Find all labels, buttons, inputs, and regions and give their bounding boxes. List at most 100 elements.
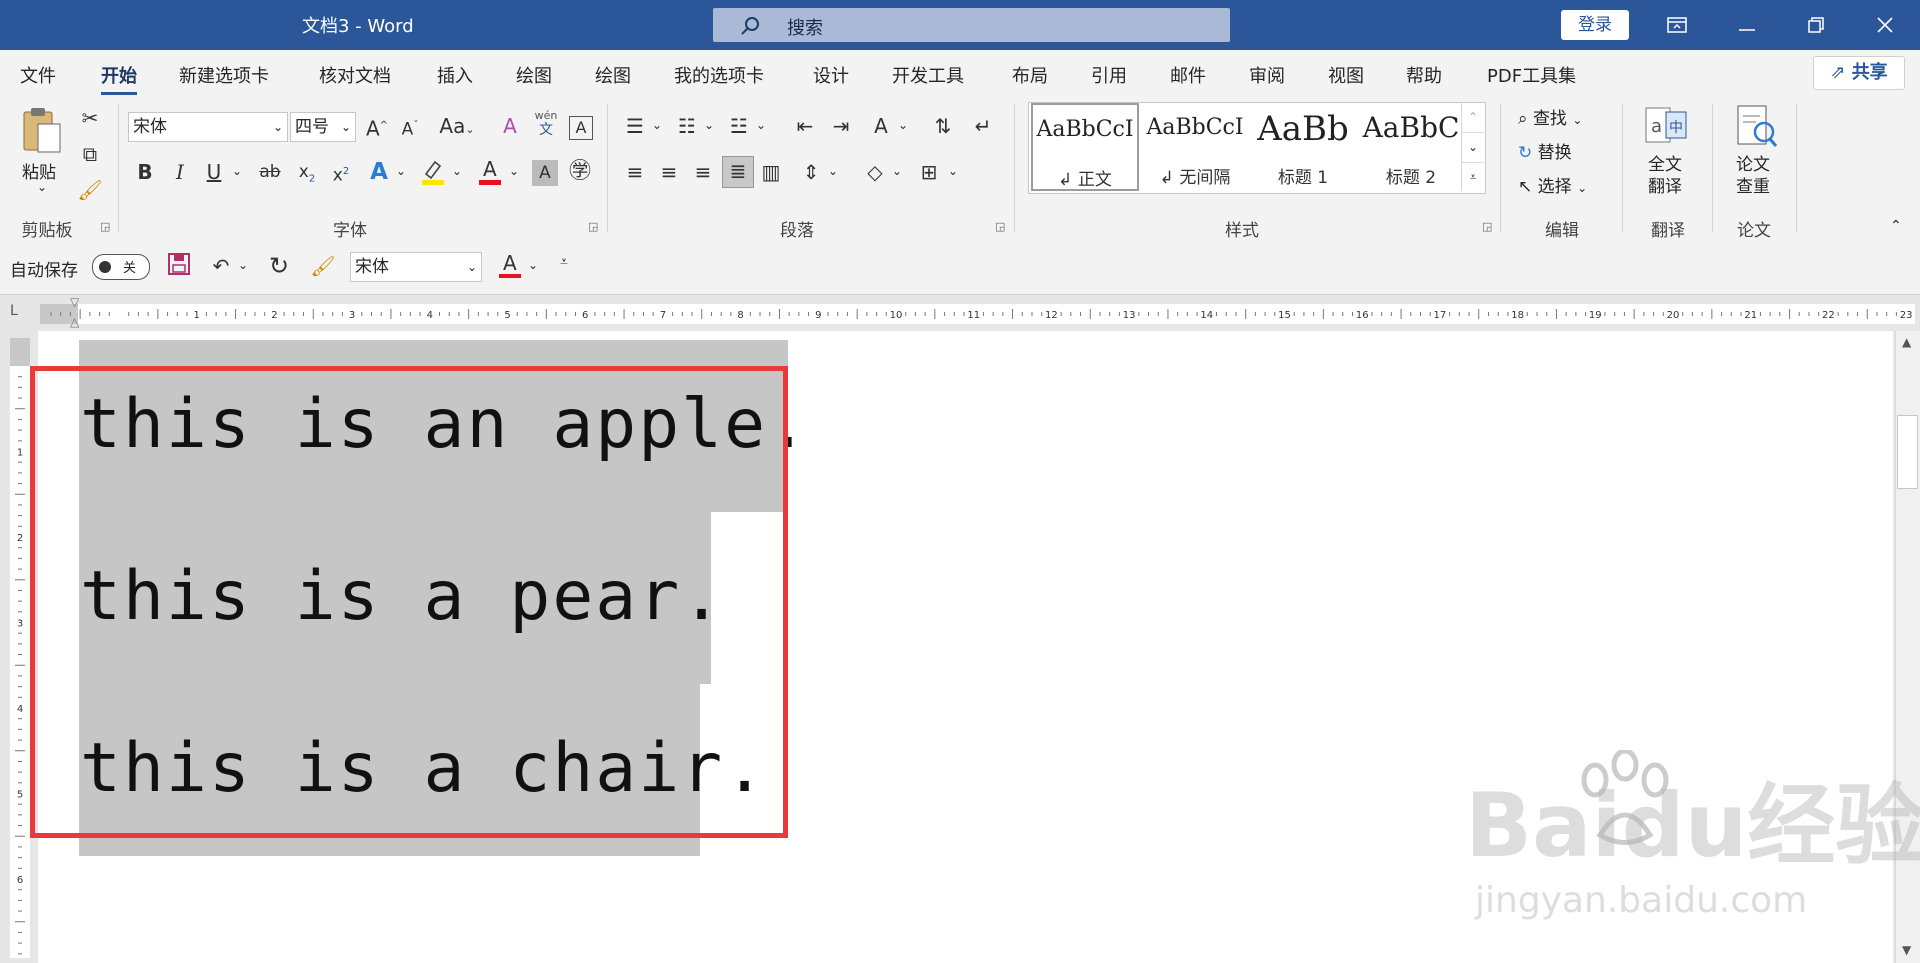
style-heading-2[interactable]: AaBbC 标题 2 xyxy=(1357,103,1465,191)
scrollbar-thumb[interactable] xyxy=(1897,415,1918,489)
tab-pdf-tools[interactable]: PDF工具集 xyxy=(1487,62,1576,88)
tab-new-tab[interactable]: 新建选项卡 xyxy=(179,62,269,88)
multilevel-dropdown-icon[interactable]: ⌄ xyxy=(756,118,766,132)
borders-dropdown-icon[interactable]: ⌄ xyxy=(948,164,958,178)
change-case-icon[interactable]: Aa⌄ xyxy=(435,112,479,142)
numbering-dropdown-icon[interactable]: ⌄ xyxy=(704,118,714,132)
ribbon-display-options-icon[interactable] xyxy=(1657,8,1697,42)
italic-icon[interactable]: I xyxy=(165,158,195,188)
text-effects-dropdown-icon[interactable]: ⌄ xyxy=(396,164,406,178)
full-translate-button[interactable]: a中 xyxy=(1644,104,1692,148)
tab-home[interactable]: 开始 xyxy=(101,62,137,95)
redo-icon[interactable]: ↻ xyxy=(264,252,294,282)
shrink-font-icon[interactable]: Aˇ xyxy=(395,112,425,142)
borders-icon[interactable]: ⊞ xyxy=(914,158,944,188)
cut-icon[interactable]: ✂ xyxy=(75,104,105,134)
bullets-dropdown-icon[interactable]: ⌄ xyxy=(652,118,662,132)
styles-more-icon[interactable]: ⩡ xyxy=(1462,162,1484,192)
close-icon[interactable] xyxy=(1865,8,1905,42)
tab-draw-2[interactable]: 绘图 xyxy=(595,62,631,88)
styles-launcher-icon[interactable]: ◲ xyxy=(1482,220,1492,233)
restore-icon[interactable] xyxy=(1796,8,1836,42)
hanging-indent-icon[interactable]: △ xyxy=(70,315,79,329)
bullets-icon[interactable]: ☰ xyxy=(620,112,650,142)
multilevel-list-icon[interactable]: ☳ xyxy=(724,112,754,142)
tab-help[interactable]: 帮助 xyxy=(1406,62,1442,88)
copy-icon[interactable]: ⧉ xyxy=(75,140,105,170)
tab-layout[interactable]: 布局 xyxy=(1012,62,1048,88)
scroll-up-icon[interactable]: ▲ xyxy=(1902,335,1911,349)
tab-references[interactable]: 引用 xyxy=(1091,62,1127,88)
align-center-icon[interactable]: ≡ xyxy=(654,158,684,188)
tab-draw-1[interactable]: 绘图 xyxy=(516,62,552,88)
undo-icon[interactable]: ↶ xyxy=(206,252,236,282)
share-button[interactable]: ⇗ 共享 xyxy=(1813,56,1905,90)
grow-font-icon[interactable]: A^ xyxy=(362,112,392,142)
login-button[interactable]: 登录 xyxy=(1561,10,1629,40)
paper-check-button[interactable] xyxy=(1734,104,1782,148)
subscript-icon[interactable]: x2 xyxy=(292,158,322,188)
tab-insert[interactable]: 插入 xyxy=(437,62,473,88)
customize-qat-icon[interactable]: ⩡ xyxy=(560,254,568,270)
justify-icon[interactable]: ≣ xyxy=(722,156,754,188)
qat-font-dropdown[interactable]: 宋体 ⌄ xyxy=(350,252,482,282)
format-painter-icon[interactable]: 🖌 xyxy=(308,252,338,282)
clear-formatting-icon[interactable]: A xyxy=(495,112,525,142)
style-no-spacing[interactable]: AaBbCcI ↲ 无间隔 xyxy=(1141,103,1249,191)
tab-check-document[interactable]: 核对文档 xyxy=(319,62,391,88)
styles-scroll-down-icon[interactable]: ⌄ xyxy=(1462,132,1484,162)
paste-button[interactable] xyxy=(18,106,68,166)
undo-dropdown-icon[interactable]: ⌄ xyxy=(238,258,248,272)
text-effects-icon[interactable]: A xyxy=(364,158,394,188)
tab-view[interactable]: 视图 xyxy=(1328,62,1364,88)
font-color-dropdown-icon[interactable]: ⌄ xyxy=(509,164,519,178)
font-launcher-icon[interactable]: ◲ xyxy=(588,220,598,233)
text-direction-dropdown-icon[interactable]: ⌄ xyxy=(898,118,908,132)
tab-review[interactable]: 审阅 xyxy=(1249,62,1285,88)
style-normal[interactable]: AaBbCcI ↲ 正文 xyxy=(1031,103,1139,191)
select-button[interactable]: ↖ 选择 ⌄ xyxy=(1518,172,1587,197)
line-spacing-dropdown-icon[interactable]: ⌄ xyxy=(828,164,838,178)
minimize-icon[interactable] xyxy=(1727,8,1767,42)
numbering-icon[interactable]: ☷ xyxy=(672,112,702,142)
qat-font-color-dropdown-icon[interactable]: ⌄ xyxy=(528,258,538,272)
autosave-toggle[interactable]: 关 xyxy=(92,254,150,280)
tab-mailings[interactable]: 邮件 xyxy=(1170,62,1206,88)
highlight-color-icon[interactable] xyxy=(418,156,448,186)
align-left-icon[interactable]: ≡ xyxy=(620,158,650,188)
bold-icon[interactable]: B xyxy=(130,158,160,188)
underline-dropdown-icon[interactable]: ⌄ xyxy=(232,164,242,178)
tab-developer[interactable]: 开发工具 xyxy=(892,62,964,88)
first-line-indent-icon[interactable]: ▽ xyxy=(70,295,79,309)
format-painter-icon[interactable]: 🖌 xyxy=(75,176,105,206)
style-heading-1[interactable]: AaBb 标题 1 xyxy=(1249,103,1357,191)
font-size-dropdown[interactable]: 四号 ⌄ xyxy=(290,112,356,142)
paragraph-launcher-icon[interactable]: ◲ xyxy=(995,220,1005,233)
sort-icon[interactable]: ⇅ xyxy=(928,112,958,142)
character-shading-icon[interactable]: A xyxy=(532,160,558,186)
styles-scroll-up-icon[interactable]: ⌃ xyxy=(1462,103,1484,132)
line-spacing-icon[interactable]: ⇕ xyxy=(796,158,826,188)
save-icon[interactable] xyxy=(164,252,194,282)
phonetic-guide-icon[interactable]: wén 文 xyxy=(532,110,560,140)
clipboard-launcher-icon[interactable]: ◲ xyxy=(100,220,110,233)
underline-icon[interactable]: U xyxy=(199,158,229,188)
tab-design[interactable]: 设计 xyxy=(813,62,849,88)
decrease-indent-icon[interactable]: ⇤ xyxy=(790,112,820,142)
scroll-down-icon[interactable]: ▼ xyxy=(1902,943,1911,957)
enclose-characters-icon[interactable]: ㊫ xyxy=(565,158,595,188)
shading-icon[interactable]: ◇ xyxy=(860,158,890,188)
search-box[interactable]: 搜索 xyxy=(713,8,1230,42)
tab-file[interactable]: 文件 xyxy=(20,62,56,88)
text-direction-icon[interactable]: A xyxy=(866,112,896,142)
font-color-icon[interactable]: A xyxy=(475,156,505,186)
shading-dropdown-icon[interactable]: ⌄ xyxy=(892,164,902,178)
superscript-icon[interactable]: x2 xyxy=(326,158,356,188)
qat-font-color-icon[interactable]: A xyxy=(495,250,525,280)
show-marks-icon[interactable]: ↵ xyxy=(968,112,998,142)
replace-button[interactable]: ↻ 替换 xyxy=(1518,138,1572,163)
find-button[interactable]: ⌕ 查找 ⌄ xyxy=(1518,104,1582,129)
collapse-ribbon-icon[interactable]: ⌃ xyxy=(1890,218,1902,234)
highlight-dropdown-icon[interactable]: ⌄ xyxy=(452,164,462,178)
character-border-icon[interactable]: A xyxy=(569,116,593,140)
